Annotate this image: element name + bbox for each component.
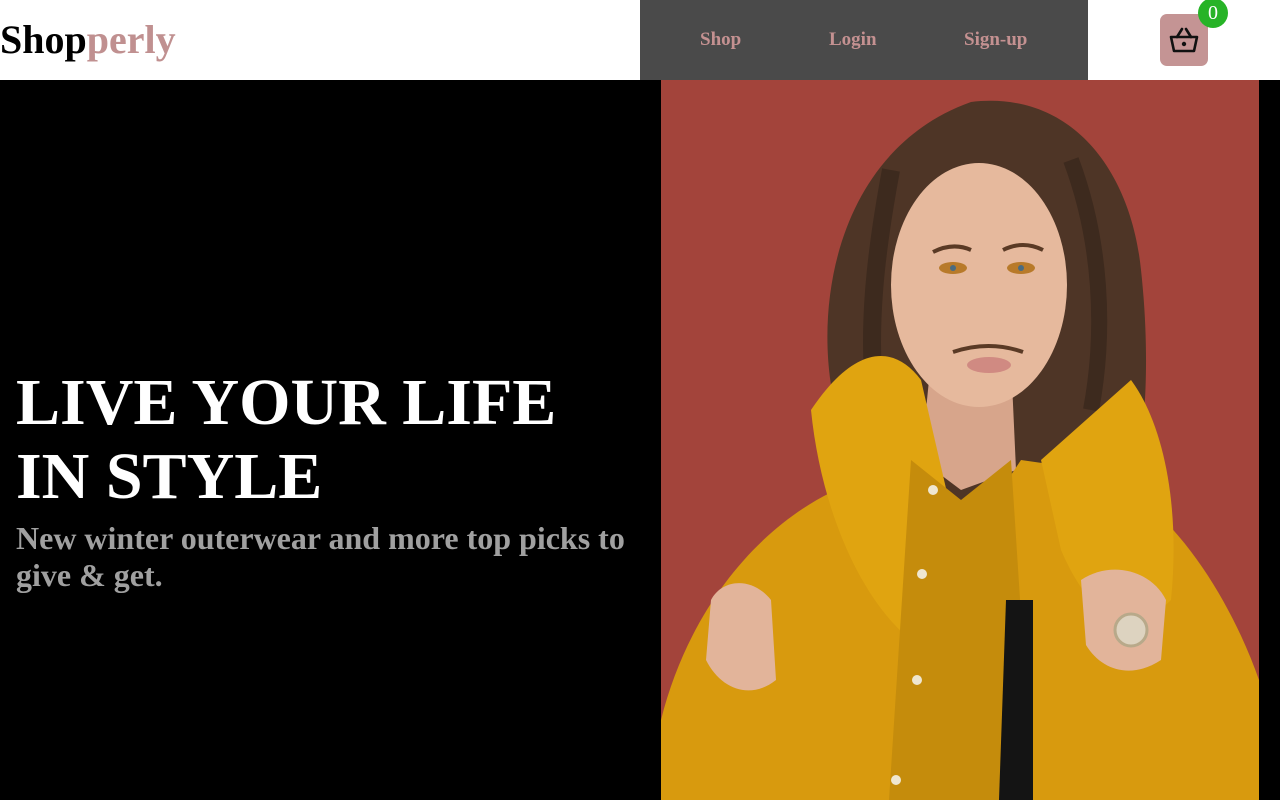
- hero-title: LIVE YOUR LIFE IN STYLE: [16, 366, 557, 513]
- main-nav: Shop Login Sign-up: [640, 0, 1088, 80]
- logo-text-shop: Shop: [0, 17, 87, 62]
- hero-section: LIVE YOUR LIFE IN STYLE New winter outer…: [0, 80, 1280, 800]
- nav-link-shop[interactable]: Shop: [700, 28, 741, 52]
- nav-link-signup[interactable]: Sign-up: [964, 28, 1027, 52]
- site-logo[interactable]: Shopperly: [0, 16, 176, 64]
- cart-count-badge: 0: [1198, 0, 1228, 28]
- site-header: Shopperly Shop Login Sign-up 0: [0, 0, 1280, 80]
- basket-icon: [1169, 27, 1199, 53]
- hero-subtitle: New winter outerwear and more top picks …: [16, 520, 625, 593]
- nav-link-login[interactable]: Login: [829, 28, 877, 52]
- logo-text-perly: perly: [86, 17, 176, 62]
- model-illustration: [661, 80, 1259, 800]
- hero-model-image: [661, 80, 1259, 800]
